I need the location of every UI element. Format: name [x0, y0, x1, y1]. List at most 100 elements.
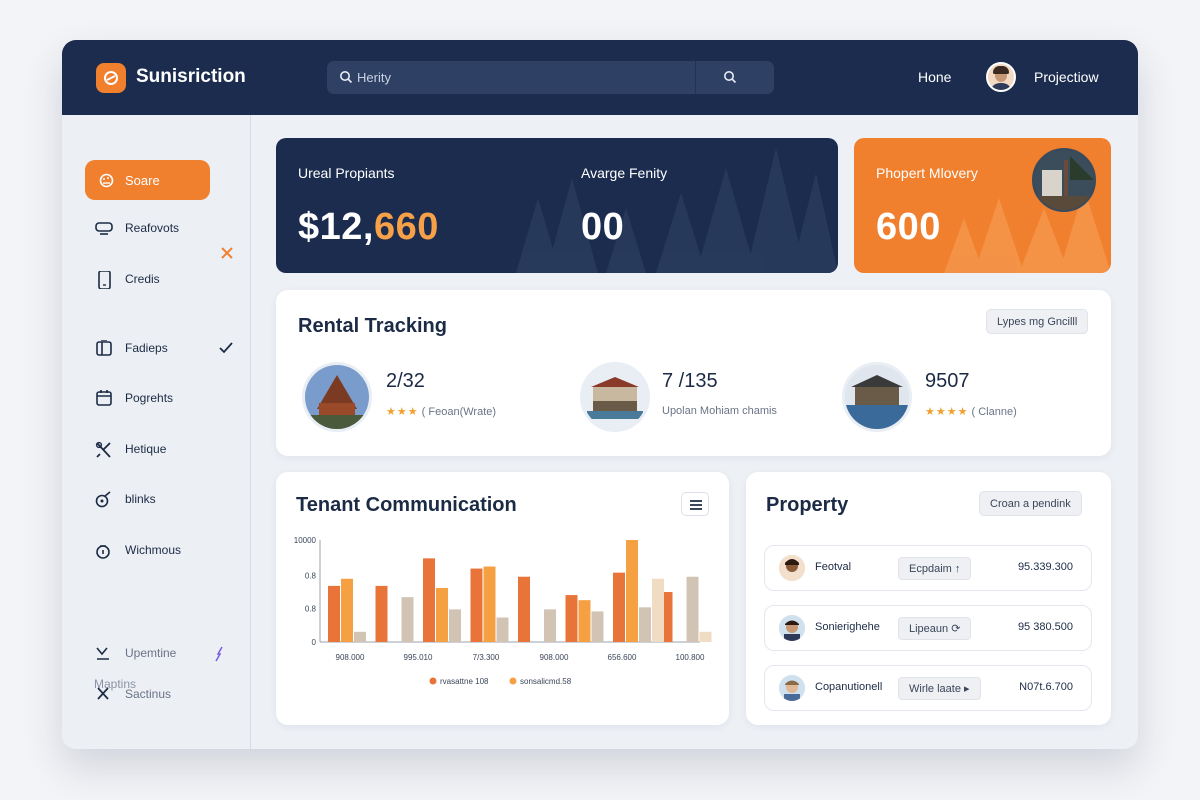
star-rating-icon: ★★★ — [386, 406, 419, 418]
stat-note: Upolan Mohiam chamis — [662, 405, 777, 417]
chart-bar — [699, 631, 712, 642]
property-name: Copanutionell — [815, 681, 883, 693]
property-name: Feotval — [815, 561, 852, 573]
sidebar-item-label: Wichmous — [125, 543, 182, 557]
property-amount: 95.339.300 — [1017, 561, 1073, 573]
app-window: Sunisriction Herity Hone Projectiow Soar… — [62, 40, 1138, 749]
x-tick-label: 995.010 — [404, 653, 433, 662]
chart-bar — [544, 609, 556, 642]
chart-bar — [565, 595, 578, 642]
section-title: Rental Tracking — [298, 315, 447, 337]
property-status-pill[interactable]: Wirle laate ▸ — [898, 677, 981, 700]
sidebar-item-label: Upemtine — [125, 646, 177, 660]
chart-bar — [613, 572, 625, 642]
download-icon — [94, 645, 114, 666]
top-bar: Sunisriction Herity Hone Projectiow — [62, 40, 1138, 115]
logo-icon[interactable] — [96, 63, 126, 93]
property-status-pill[interactable]: Lipeaun ⟳ — [898, 617, 972, 640]
chart-bar — [639, 607, 651, 642]
nav-home-link[interactable]: Hone — [918, 69, 951, 85]
x-tick-label: 908.000 — [540, 653, 569, 662]
property-status-pill[interactable]: Ecpdaim ↑ — [898, 557, 972, 580]
y-tick-label: 0.8 — [305, 572, 317, 581]
search-divider — [695, 61, 696, 94]
chart-bar — [354, 631, 366, 642]
chart-bar — [436, 587, 448, 642]
sidebar-item-label: Soare — [125, 173, 160, 188]
legend-swatch — [429, 677, 437, 685]
legend-label: sonsalicmd.58 — [520, 677, 572, 686]
external-link-icon[interactable] — [214, 646, 224, 667]
phone-icon — [94, 270, 114, 294]
y-tick-label: 10000 — [294, 536, 317, 545]
chart-bar — [518, 576, 530, 642]
rental-tracking-card: Rental Tracking Lypes mg Gncilll 2/32 ★★… — [276, 290, 1111, 456]
lock-icon — [94, 542, 114, 565]
stat-note: ★★★★ ( Clanne) — [925, 406, 1017, 418]
y-tick-label: 0.8 — [305, 604, 317, 613]
tenant-communication-card: Tenant Communication 10000 0.8 0.8 0 908.000… — [276, 472, 729, 725]
property-card: Property Croan a pendink Feotval Ecpdaim… — [746, 472, 1111, 725]
property-thumbnail[interactable] — [580, 362, 650, 432]
link-icon — [94, 491, 114, 514]
search-icon — [339, 70, 353, 89]
check-icon — [219, 341, 233, 359]
stat-value: 9507 — [925, 370, 970, 392]
rental-action-button[interactable]: Lypes mg Gncilll — [986, 309, 1089, 334]
user-avatar[interactable] — [986, 62, 1016, 92]
menu-icon[interactable] — [681, 492, 709, 516]
arrow-up-icon: ↑ — [954, 563, 961, 575]
kpi-property-card: Phopert Mlovery 600 — [854, 138, 1111, 273]
sidebar-item-label: Hetique — [125, 442, 167, 456]
property-thumbnail[interactable] — [302, 362, 372, 432]
search-submit-icon[interactable] — [723, 70, 737, 89]
section-title: Property — [766, 494, 849, 516]
chart-bar — [652, 578, 664, 642]
kpi-value: 00 — [581, 206, 625, 248]
sidebar-item-label: Pogrehts — [125, 391, 174, 405]
kpi-summary-card: Ureal Propiants $12,660 Avarge Fenity 00 — [276, 138, 838, 273]
close-icon[interactable] — [220, 246, 234, 265]
sidebar-item-label: Sactinus — [125, 687, 172, 701]
chart-bar — [578, 600, 591, 642]
sidebar-item-label: Fadieps — [125, 341, 168, 355]
legend-swatch — [509, 677, 517, 685]
property-row[interactable]: Sonierighehe Lipeaun ⟳ 95 380.500 — [764, 605, 1092, 651]
stat-value: 7 /135 — [662, 370, 718, 392]
search-input[interactable]: Herity — [357, 70, 391, 85]
nav-profile-link[interactable]: Projectiow — [1034, 69, 1099, 85]
stat-note: ★★★ ( Feoan(Wrate) — [386, 406, 497, 418]
search-bar[interactable]: Herity — [327, 61, 774, 94]
chart-bar — [496, 617, 509, 642]
star-rating-icon: ★★★★ — [925, 406, 969, 418]
avatar — [779, 615, 805, 641]
inbox-icon — [94, 220, 114, 241]
chart-bar — [423, 558, 435, 642]
y-tick-label: 0 — [312, 638, 317, 647]
section-title: Tenant Communication — [296, 494, 517, 516]
create-pending-button[interactable]: Croan a pendink — [979, 491, 1082, 516]
play-icon: ▸ — [964, 683, 970, 695]
chart-bar — [341, 578, 353, 642]
close-icon — [94, 686, 114, 707]
chart-bar — [483, 566, 496, 642]
avatar — [779, 555, 805, 581]
chart-bar — [470, 568, 483, 642]
property-row[interactable]: Copanutionell Wirle laate ▸ N07t.6.700 — [764, 665, 1092, 711]
avatar — [779, 675, 805, 701]
chart-bar — [375, 585, 388, 642]
sidebar: Soare Reafovots Credis Fadieps Pogrehts … — [62, 115, 251, 749]
chart-bar — [449, 609, 461, 642]
x-tick-label: 908.000 — [336, 653, 365, 662]
property-name: Sonierighehe — [815, 621, 880, 633]
sidebar-item-soare[interactable]: Soare — [85, 160, 210, 200]
property-row[interactable]: Feotval Ecpdaim ↑ 95.339.300 — [764, 545, 1092, 591]
chart-bar — [401, 597, 414, 642]
chart-bar — [626, 540, 638, 642]
kpi-label: Ureal Propiants — [298, 165, 395, 181]
property-thumbnail[interactable] — [842, 362, 912, 432]
brand-name: Sunisriction — [136, 66, 246, 87]
stat-value: 2/32 — [386, 370, 425, 392]
clipboard-icon — [94, 339, 114, 361]
x-tick-label: 656.600 — [608, 653, 637, 662]
